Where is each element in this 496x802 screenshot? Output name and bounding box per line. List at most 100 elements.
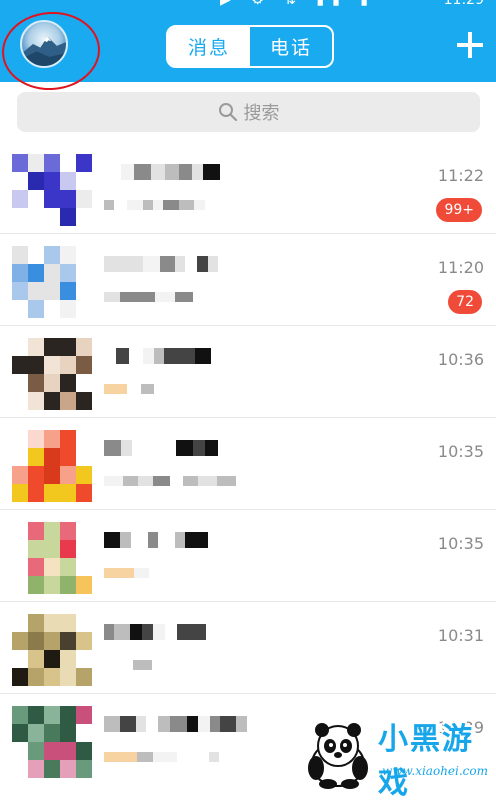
conversation-row[interactable]: 11:20 72 xyxy=(0,234,496,326)
contact-name xyxy=(104,716,247,732)
name-mosaic-block xyxy=(143,348,154,364)
avatar-mosaic-tile xyxy=(76,430,92,448)
watermark-title: 小黑游戏 xyxy=(378,722,474,801)
avatar-mosaic-tile xyxy=(28,448,44,466)
avatar-mosaic-tile xyxy=(76,154,92,172)
avatar-mosaic-tile xyxy=(44,522,60,540)
avatar-mosaic-tile xyxy=(60,614,76,632)
avatar-mosaic-tile xyxy=(44,338,60,356)
name-mosaic-block xyxy=(151,164,165,180)
name-mosaic-block xyxy=(180,348,195,364)
conversation-row[interactable]: 10:31 xyxy=(0,602,496,694)
avatar-mosaic-tile xyxy=(44,742,60,760)
preview-mosaic-block xyxy=(133,660,152,670)
avatar-mosaic-tile xyxy=(44,190,60,208)
avatar-mosaic-tile xyxy=(12,706,28,724)
avatar-mosaic-tile xyxy=(28,208,44,226)
preview-mosaic-block xyxy=(104,384,116,394)
conversation-row[interactable]: 10:35 xyxy=(0,418,496,510)
avatar-mosaic-tile xyxy=(12,540,28,558)
avatar-mosaic-tile xyxy=(76,724,92,742)
message-time: 10:31 xyxy=(437,626,484,645)
preview-mosaic-block xyxy=(163,200,179,210)
conversation-row[interactable]: 10:36 xyxy=(0,326,496,418)
preview-mosaic-block xyxy=(134,568,149,578)
name-mosaic-block xyxy=(198,532,208,548)
avatar-mosaic-tile xyxy=(60,668,76,686)
preview-mosaic-block xyxy=(138,476,153,486)
contact-avatar xyxy=(12,706,92,778)
name-mosaic-block xyxy=(205,440,218,456)
message-preview xyxy=(104,752,219,762)
avatar-mosaic-tile xyxy=(60,246,76,264)
preview-mosaic-block xyxy=(198,476,217,486)
avatar-mosaic-tile xyxy=(60,172,76,190)
preview-mosaic-block xyxy=(177,752,193,762)
avatar-mosaic-tile xyxy=(12,558,28,576)
avatar-mosaic-tile xyxy=(76,668,92,686)
preview-mosaic-block xyxy=(104,292,120,302)
avatar-mosaic-tile xyxy=(44,558,60,576)
avatar-mosaic-tile xyxy=(44,282,60,300)
name-mosaic-block xyxy=(160,256,175,272)
avatar-mosaic-tile xyxy=(44,484,60,502)
message-call-switch: 消息 电话 xyxy=(166,25,334,68)
name-mosaic-block xyxy=(120,716,136,732)
avatar-mosaic-tile xyxy=(28,172,44,190)
tab-calls[interactable]: 电话 xyxy=(250,27,332,66)
avatar-mosaic-tile xyxy=(76,540,92,558)
conversation-row[interactable]: 11:22 99+ xyxy=(0,142,496,234)
avatar-mosaic-tile xyxy=(28,430,44,448)
name-mosaic-block xyxy=(192,164,203,180)
avatar-mosaic-tile xyxy=(76,338,92,356)
tab-messages[interactable]: 消息 xyxy=(168,27,250,66)
name-mosaic-block xyxy=(121,440,132,456)
avatar-highlight-circle xyxy=(0,8,103,94)
avatar-mosaic-tile xyxy=(60,558,76,576)
message-time: 10:35 xyxy=(437,534,484,553)
contact-avatar xyxy=(12,154,92,226)
name-mosaic-block xyxy=(203,164,220,180)
avatar-mosaic-tile xyxy=(44,466,60,484)
avatar-mosaic-tile xyxy=(76,300,92,318)
avatar-mosaic-tile xyxy=(28,742,44,760)
avatar-mosaic-tile xyxy=(76,632,92,650)
avatar-mosaic-tile xyxy=(28,760,44,778)
avatar-mosaic-tile xyxy=(12,282,28,300)
avatar-mosaic-tile xyxy=(12,576,28,594)
message-time: 10:35 xyxy=(437,442,484,461)
message-preview xyxy=(104,292,193,302)
avatar-mosaic-tile xyxy=(44,246,60,264)
search-bar[interactable]: 搜索 xyxy=(17,92,480,132)
conversation-row[interactable]: 10:35 xyxy=(0,510,496,602)
avatar-mosaic-tile xyxy=(44,760,60,778)
avatar-mosaic-tile xyxy=(28,576,44,594)
name-mosaic-block xyxy=(127,256,143,272)
preview-mosaic-block xyxy=(104,660,117,670)
avatar-mosaic-tile xyxy=(60,282,76,300)
status-icons: ▶ ⚙ ⇅ ▮▮ ▮ xyxy=(220,0,376,8)
avatar-mosaic-tile xyxy=(60,356,76,374)
conversation-list: 11:22 99+ 11:20 72 10:36 10:35 10:35 10:… xyxy=(0,142,496,786)
plus-icon[interactable] xyxy=(457,32,483,58)
name-mosaic-block xyxy=(193,440,205,456)
avatar-mosaic-tile xyxy=(76,650,92,668)
avatar-mosaic-tile xyxy=(12,760,28,778)
avatar-mosaic-tile xyxy=(12,466,28,484)
avatar-mosaic-tile xyxy=(28,246,44,264)
avatar-mosaic-tile xyxy=(44,614,60,632)
name-mosaic-block xyxy=(146,716,158,732)
avatar-mosaic-tile xyxy=(12,430,28,448)
status-bar: ▶ ⚙ ⇅ ▮▮ ▮ 11:29 xyxy=(0,0,496,10)
avatar-mosaic-tile xyxy=(44,668,60,686)
name-mosaic-block xyxy=(148,532,158,548)
avatar-mosaic-tile xyxy=(76,484,92,502)
name-mosaic-block xyxy=(143,256,160,272)
avatar-mosaic-tile xyxy=(76,760,92,778)
name-mosaic-block xyxy=(129,348,143,364)
name-mosaic-block xyxy=(136,716,146,732)
preview-mosaic-block xyxy=(155,292,165,302)
preview-mosaic-block xyxy=(123,476,138,486)
avatar-mosaic-tile xyxy=(44,448,60,466)
avatar-mosaic-tile xyxy=(12,154,28,172)
